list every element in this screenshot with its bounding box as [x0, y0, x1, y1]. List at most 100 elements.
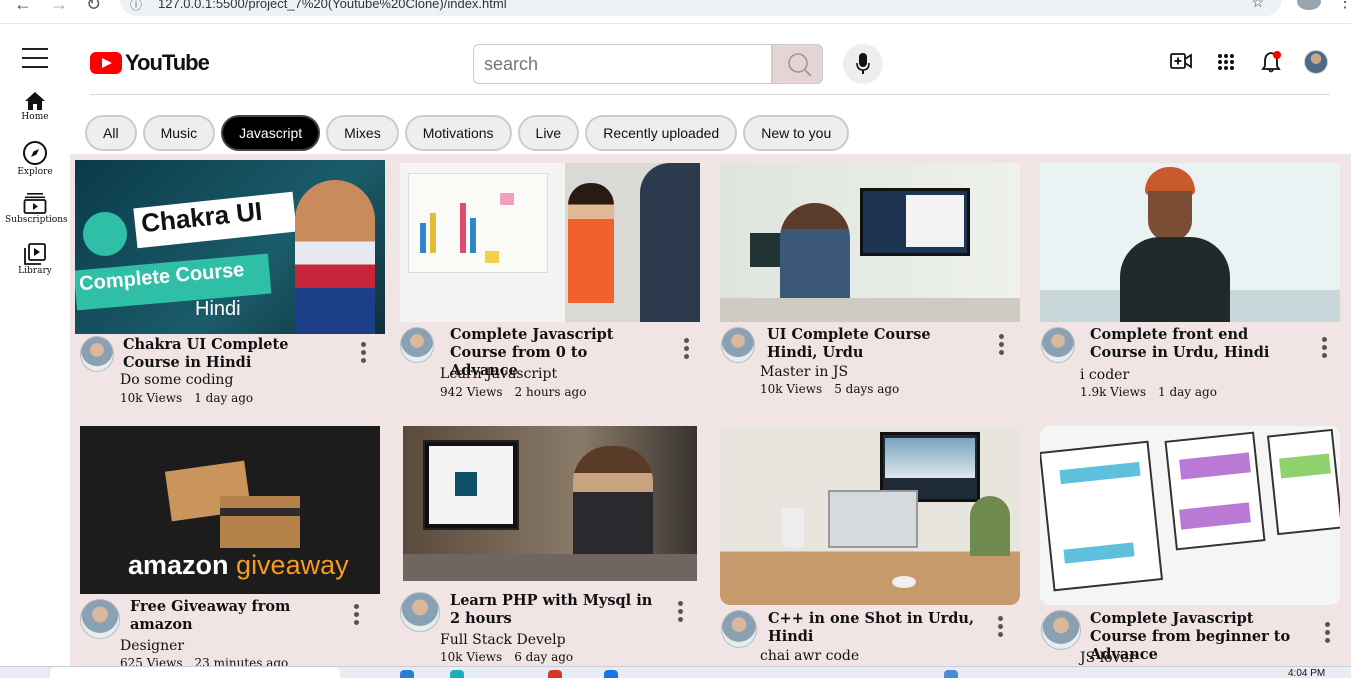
sidebar-item-library[interactable]: Library [5, 243, 65, 276]
video-meta: 1.9k Views 1 day ago [1080, 385, 1217, 399]
sidebar-item-label: Home [21, 112, 49, 122]
video-title[interactable]: Free Giveaway from amazon [130, 598, 350, 634]
taskbar-app-icon[interactable] [548, 670, 562, 678]
sidebar-item-explore[interactable]: Explore [5, 140, 65, 177]
chip-live[interactable]: Live [517, 115, 580, 151]
view-count: 10k Views [120, 391, 183, 405]
taskbar-app-icon[interactable] [944, 670, 958, 678]
more-options-icon[interactable] [361, 342, 367, 366]
create-video-icon[interactable] [1170, 52, 1192, 70]
chip-motivations[interactable]: Motivations [404, 115, 512, 151]
subscriptions-icon [23, 193, 47, 214]
video-grid: Chakra UI Complete Course Hindi Chakra U… [70, 154, 1351, 678]
channel-name[interactable]: JS lover [1080, 650, 1135, 666]
channel-avatar[interactable] [400, 592, 440, 632]
video-thumbnail[interactable] [720, 426, 1020, 605]
video-thumbnail[interactable] [1040, 426, 1340, 605]
video-meta: 10k Views 1 day ago [120, 391, 253, 405]
more-options-icon[interactable] [999, 334, 1005, 358]
more-options-icon[interactable] [354, 604, 360, 628]
video-title[interactable]: Complete front end Course in Urdu, Hindi [1090, 326, 1300, 362]
channel-name[interactable]: Do some coding [120, 372, 233, 388]
channel-name[interactable]: Designer [120, 638, 184, 654]
channel-name[interactable]: Full Stack Develp [440, 632, 566, 648]
view-count: 942 Views [440, 385, 503, 399]
filter-chips: All Music Javascript Mixes Motivations L… [85, 115, 855, 151]
video-title[interactable]: C++ in one Shot in Urdu, Hindi [768, 610, 978, 646]
chip-javascript[interactable]: Javascript [221, 115, 321, 151]
header-divider [90, 94, 1330, 95]
youtube-logo[interactable]: YouTube [90, 50, 210, 76]
address-bar[interactable]: ⓘ 127.0.0.1:5500/project_7%20(Youtube%20… [120, 0, 1282, 16]
search-button[interactable] [772, 44, 823, 84]
more-options-icon[interactable] [1322, 337, 1328, 361]
channel-name[interactable]: Master in JS [760, 364, 848, 380]
user-avatar[interactable] [1304, 50, 1328, 74]
video-thumbnail[interactable] [403, 426, 697, 581]
search-input[interactable] [473, 44, 772, 84]
channel-avatar[interactable] [721, 610, 757, 648]
channel-avatar[interactable] [80, 336, 114, 372]
upload-time: 6 day ago [514, 650, 574, 664]
channel-avatar[interactable] [1041, 327, 1075, 363]
chip-mixes[interactable]: Mixes [326, 115, 399, 151]
presenter-figure [295, 180, 375, 334]
box-closed [220, 496, 300, 548]
more-options-icon[interactable] [1325, 622, 1331, 646]
reload-icon[interactable]: ↻ [86, 0, 101, 15]
video-thumbnail[interactable] [1040, 163, 1340, 322]
taskbar-search-box[interactable] [50, 667, 340, 678]
voice-search-button[interactable] [843, 44, 883, 84]
video-thumbnail[interactable] [400, 163, 700, 322]
browser-menu-icon[interactable]: ⋮ [1337, 0, 1351, 12]
channel-name[interactable]: Learn Javascript [440, 366, 557, 382]
view-count: 10k Views [760, 382, 823, 396]
channel-avatar[interactable] [400, 327, 434, 363]
laptop [828, 490, 918, 548]
channel-avatar[interactable] [80, 599, 120, 639]
channel-name[interactable]: i coder [1080, 367, 1129, 383]
video-thumbnail[interactable]: Chakra UI Complete Course Hindi [75, 160, 385, 334]
url-text: 127.0.0.1:5500/project_7%20(Youtube%20Cl… [158, 0, 507, 11]
sidebar-item-label: Library [18, 266, 52, 276]
upload-time: 2 hours ago [514, 385, 587, 399]
channel-avatar[interactable] [721, 327, 755, 363]
channel-avatar[interactable] [1041, 610, 1081, 650]
more-options-icon[interactable] [684, 338, 690, 362]
more-options-icon[interactable] [678, 601, 684, 625]
taskbar-app-icon[interactable] [604, 670, 618, 678]
chakra-logo-icon [83, 212, 127, 256]
video-thumbnail[interactable] [720, 163, 1020, 322]
youtube-play-icon [90, 52, 122, 74]
video-title[interactable]: UI Complete Course Hindi, Urdu [767, 326, 977, 362]
forward-arrow-icon[interactable]: → [50, 0, 68, 15]
bookmark-star-icon[interactable]: ☆ [1251, 0, 1264, 11]
sidebar-item-label: Subscriptions [5, 215, 68, 225]
video-meta: 10k Views 6 day ago [440, 650, 573, 664]
notifications-bell-icon[interactable] [1260, 50, 1284, 74]
sidebar-item-home[interactable]: Home [5, 91, 65, 122]
chip-new-to-you[interactable]: New to you [743, 115, 850, 151]
home-icon [25, 92, 45, 110]
taskbar-app-icon[interactable] [450, 670, 464, 678]
video-title[interactable]: Chakra UI Complete Course in Hindi [123, 336, 343, 372]
sidebar-item-subscriptions[interactable]: Subscriptions [5, 192, 68, 225]
chip-all[interactable]: All [85, 115, 137, 151]
library-icon [24, 243, 46, 265]
channel-name[interactable]: chai awr code [760, 648, 859, 664]
site-info-icon[interactable]: ⓘ [130, 0, 142, 13]
presenter-figure [568, 183, 614, 303]
video-meta: 942 Views 2 hours ago [440, 385, 586, 399]
chip-recently-uploaded[interactable]: Recently uploaded [585, 115, 738, 151]
hamburger-menu-icon[interactable] [22, 48, 48, 70]
back-arrow-icon[interactable]: ← [14, 0, 32, 15]
apps-grid-icon[interactable] [1217, 53, 1235, 71]
video-meta: 10k Views 5 days ago [760, 382, 899, 396]
more-options-icon[interactable] [998, 616, 1004, 640]
video-title[interactable]: Learn PHP with Mysql in 2 hours [450, 592, 660, 628]
chip-music[interactable]: Music [142, 115, 216, 151]
video-thumbnail[interactable]: amazon giveaway [80, 426, 380, 594]
taskbar-clock[interactable]: 4:04 PM [1288, 668, 1325, 679]
taskbar-app-icon[interactable] [400, 670, 414, 678]
browser-profile-avatar[interactable] [1297, 0, 1321, 10]
